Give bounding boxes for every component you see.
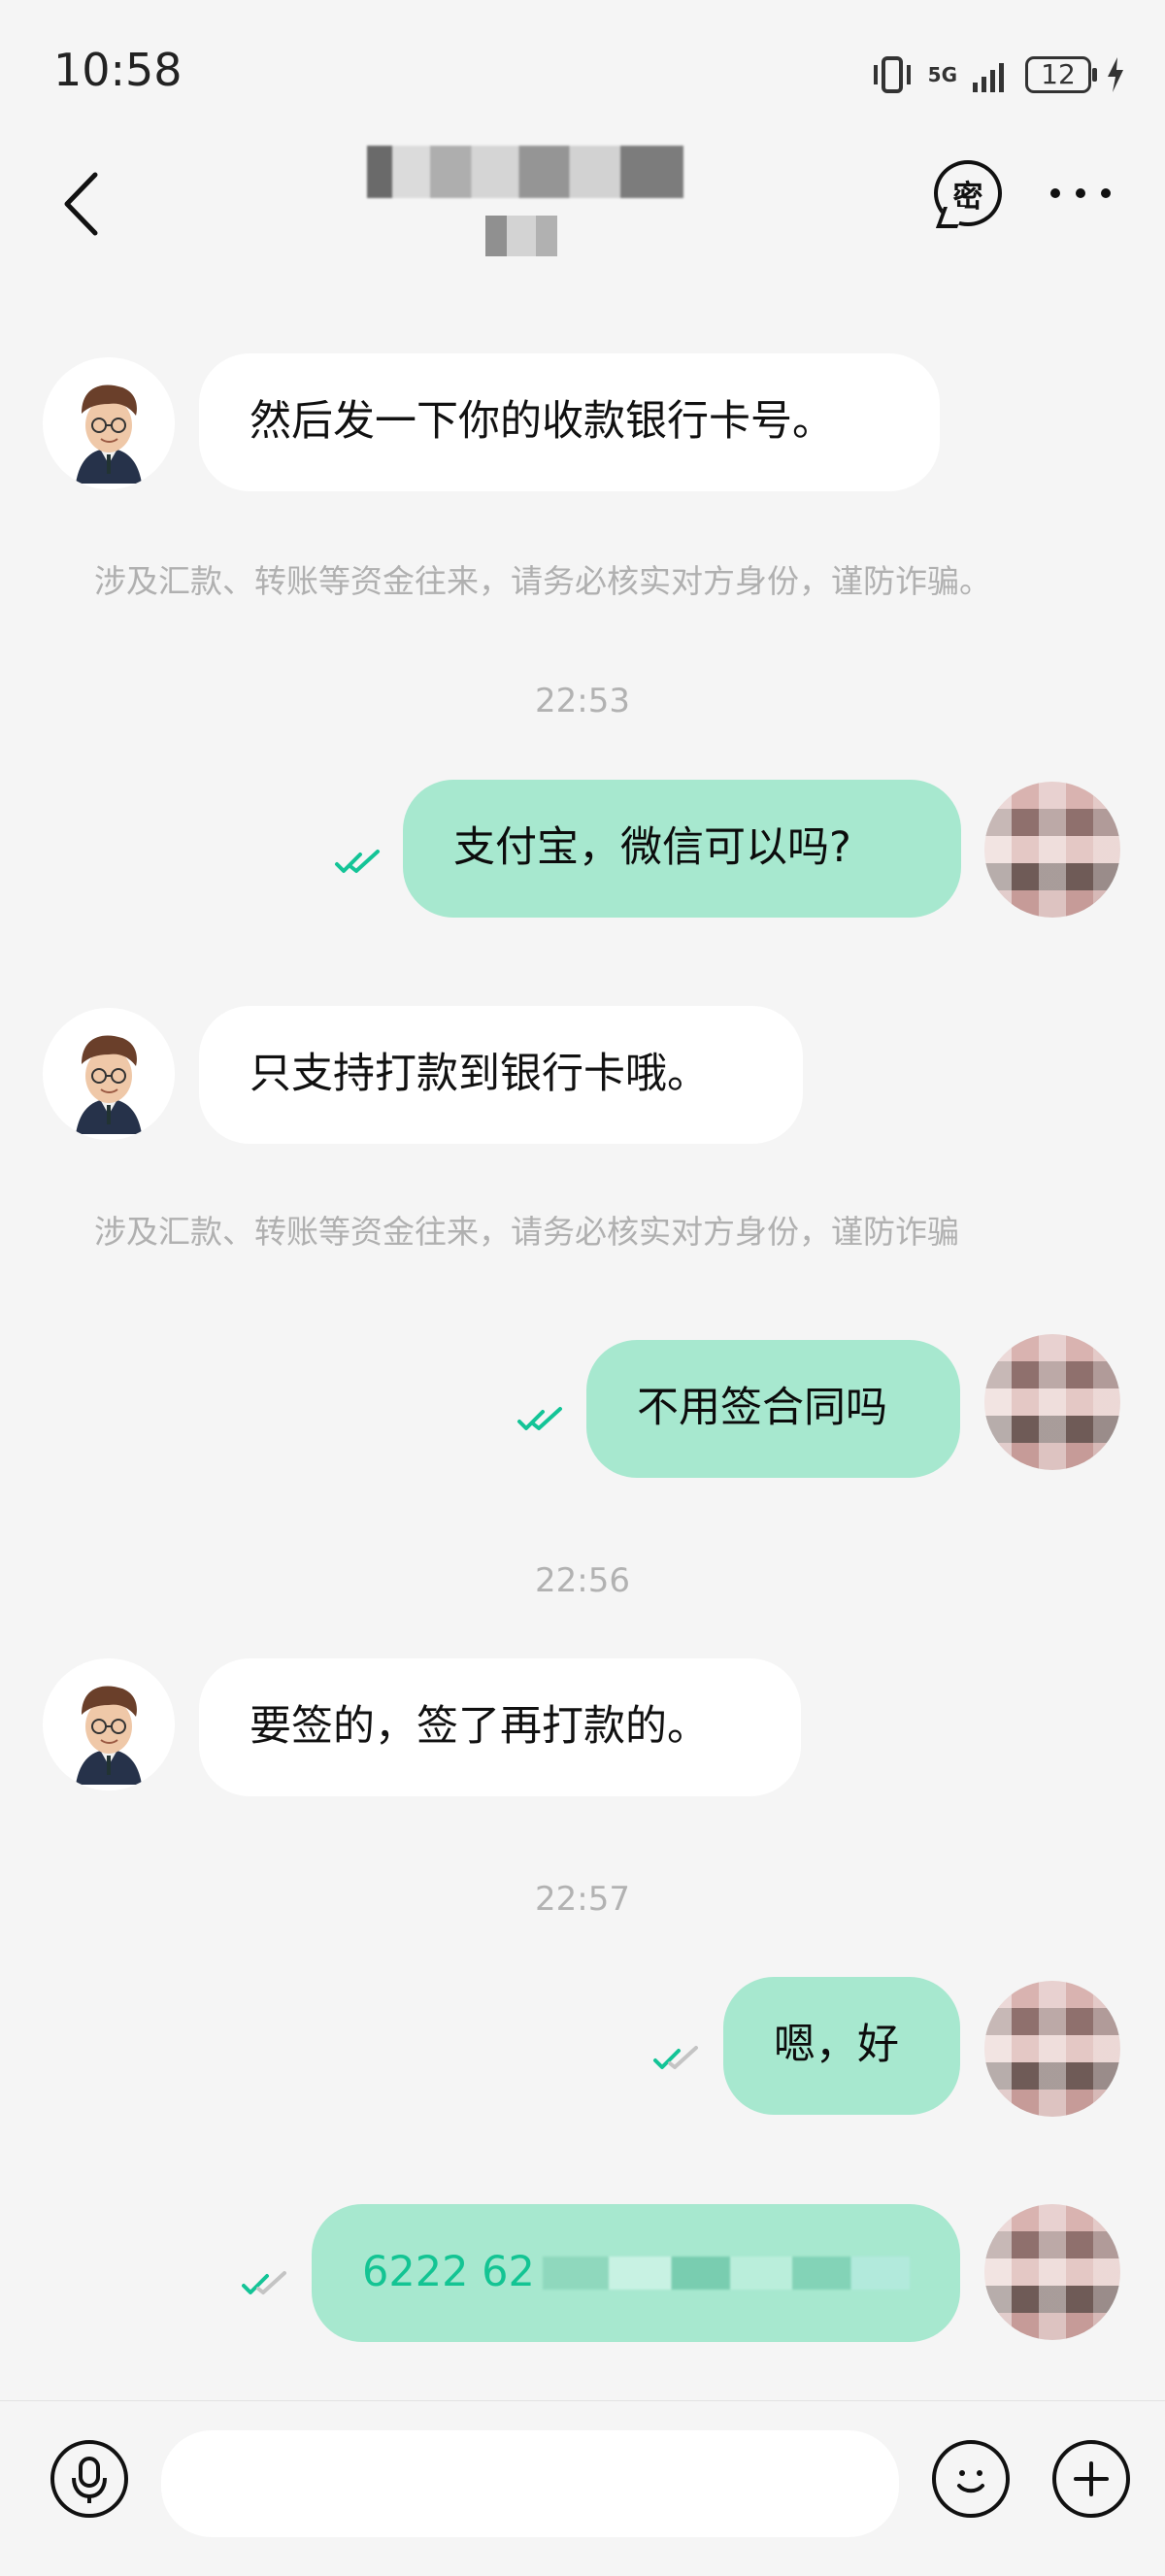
secret-chat-button[interactable]: 密 bbox=[934, 160, 1002, 226]
plus-icon bbox=[1074, 2461, 1109, 2496]
back-icon bbox=[64, 172, 98, 236]
emoji-icon bbox=[957, 2470, 984, 2493]
avatar[interactable] bbox=[984, 1334, 1120, 1470]
message-text: 不用签合同吗 bbox=[637, 1384, 887, 1433]
read-receipt-icon bbox=[335, 850, 380, 873]
message-timestamp: 22:56 bbox=[535, 1561, 630, 1600]
microphone-icon bbox=[72, 2457, 107, 2503]
contact-subtitle-redacted bbox=[485, 216, 557, 256]
back-button[interactable] bbox=[53, 165, 112, 243]
network-label: 5G bbox=[927, 63, 957, 86]
fund-warning-notice: 涉及汇款、转账等资金往来，请务必核实对方身份，谨防诈骗 bbox=[94, 1213, 959, 1251]
message-timestamp: 22:57 bbox=[535, 1880, 630, 1919]
status-time: 10:58 bbox=[53, 44, 183, 96]
read-receipt-icon bbox=[653, 2046, 698, 2069]
more-icon bbox=[1101, 188, 1111, 198]
emoji-button[interactable] bbox=[932, 2440, 1010, 2518]
secret-chat-icon: 密 bbox=[952, 179, 983, 215]
avatar[interactable] bbox=[43, 1008, 175, 1140]
incoming-message-bubble[interactable]: 然后发一下你的收款银行卡号。 bbox=[199, 353, 940, 491]
battery-indicator: 12 bbox=[1025, 56, 1097, 93]
more-icon bbox=[1076, 188, 1085, 198]
message-text: 然后发一下你的收款银行卡号。 bbox=[250, 397, 834, 447]
vibrate-icon bbox=[873, 56, 911, 93]
signal-icon bbox=[973, 63, 1004, 92]
avatar[interactable] bbox=[984, 2204, 1120, 2340]
message-text: 只支持打款到银行卡哦。 bbox=[250, 1050, 709, 1099]
message-text: 要签的，签了再打款的。 bbox=[250, 1702, 709, 1752]
incoming-message-bubble[interactable]: 要签的，签了再打款的。 bbox=[199, 1658, 801, 1796]
avatar[interactable] bbox=[984, 782, 1120, 918]
status-bar: 10:58 5G 12 bbox=[0, 0, 1165, 146]
agent-avatar-illustration bbox=[43, 1658, 175, 1790]
message-text: 支付宝，微信可以吗? bbox=[453, 823, 851, 873]
read-receipt-icon bbox=[242, 2271, 286, 2294]
avatar[interactable] bbox=[43, 1658, 175, 1790]
message-timestamp: 22:53 bbox=[535, 682, 630, 720]
plus-button[interactable] bbox=[1052, 2440, 1130, 2518]
outgoing-message-bubble[interactable]: 不用签合同吗 bbox=[586, 1340, 960, 1478]
chat-header: 密 bbox=[0, 146, 1165, 282]
fund-warning-notice: 涉及汇款、转账等资金往来，请务必核实对方身份，谨防诈骗。 bbox=[94, 562, 991, 600]
outgoing-message-bubble[interactable]: 嗯，好 bbox=[723, 1977, 960, 2115]
message-text: 嗯，好 bbox=[774, 2021, 899, 2070]
avatar[interactable] bbox=[43, 357, 175, 489]
battery-level: 12 bbox=[1041, 58, 1076, 90]
outgoing-message-bubble[interactable]: 6222 62 bbox=[312, 2204, 960, 2342]
more-icon bbox=[1050, 188, 1060, 198]
bank-card-number-redacted bbox=[542, 2257, 910, 2290]
status-icons: 5G 12 bbox=[870, 50, 1126, 99]
avatar[interactable] bbox=[984, 1981, 1120, 2117]
more-button[interactable] bbox=[1050, 184, 1111, 204]
voice-button[interactable] bbox=[50, 2440, 128, 2518]
read-receipt-icon bbox=[517, 1407, 562, 1430]
message-input[interactable] bbox=[161, 2430, 899, 2537]
charging-icon bbox=[1108, 57, 1123, 92]
agent-avatar-illustration bbox=[43, 1008, 175, 1140]
incoming-message-bubble[interactable]: 只支持打款到银行卡哦。 bbox=[199, 1006, 803, 1144]
outgoing-message-bubble[interactable]: 支付宝，微信可以吗? bbox=[403, 780, 961, 918]
message-text: 6222 62 bbox=[362, 2248, 535, 2297]
agent-avatar-illustration bbox=[43, 357, 175, 489]
contact-name-redacted bbox=[367, 146, 683, 198]
message-input-bar bbox=[0, 2400, 1165, 2576]
